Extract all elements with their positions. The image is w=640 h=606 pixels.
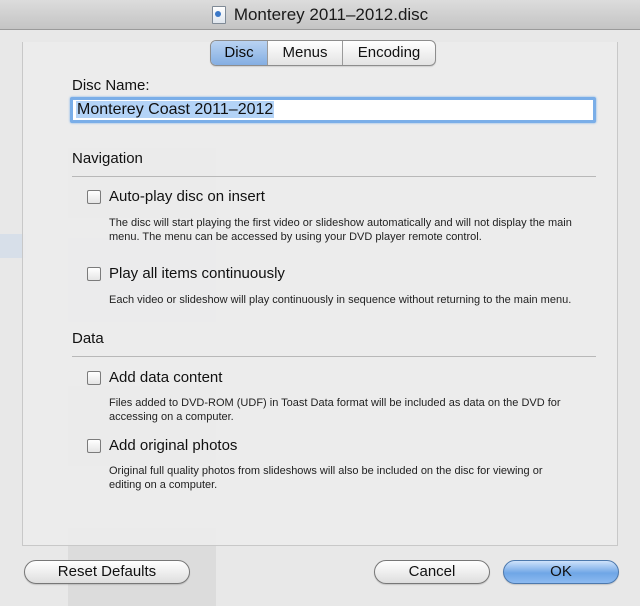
data-section-title: Data (72, 330, 104, 347)
add-photos-desc-line: editing on a computer. (109, 479, 218, 491)
tab-menus[interactable]: Menus (268, 41, 343, 65)
autoplay-desc-line: The disc will start playing the first vi… (109, 217, 572, 229)
add-data-label[interactable]: Add data content (109, 369, 222, 386)
add-data-desc-line: accessing on a computer. (109, 411, 234, 423)
add-photos-label[interactable]: Add original photos (109, 437, 237, 454)
ok-button[interactable]: OK (503, 560, 619, 584)
add-data-checkbox[interactable] (87, 370, 101, 385)
document-icon (211, 5, 226, 24)
autoplay-desc-line: menu. The menu can be accessed by using … (109, 231, 482, 243)
navigation-divider (72, 176, 596, 177)
play-all-desc-line: Each video or slideshow will play contin… (109, 294, 572, 306)
tab-encoding[interactable]: Encoding (343, 41, 435, 65)
add-photos-desc-line: Original full quality photos from slides… (109, 465, 543, 477)
autoplay-checkbox[interactable] (87, 189, 101, 204)
add-photos-option[interactable]: Add original photos (87, 437, 237, 454)
cancel-button[interactable]: Cancel (374, 560, 490, 584)
play-all-option[interactable]: Play all items continuously (87, 265, 285, 282)
autoplay-option[interactable]: Auto-play disc on insert (87, 188, 265, 205)
play-all-checkbox[interactable] (87, 266, 101, 281)
disc-name-field[interactable]: Monterey Coast 2011–2012 (70, 97, 596, 123)
add-photos-description: Original full quality photos from slides… (109, 464, 599, 492)
disc-name-value: Monterey Coast 2011–2012 (76, 101, 275, 118)
window-titlebar: Monterey 2011–2012.disc (0, 0, 640, 30)
autoplay-description: The disc will start playing the first vi… (109, 216, 599, 244)
tab-disc[interactable]: Disc (211, 41, 268, 65)
play-all-label[interactable]: Play all items continuously (109, 265, 285, 282)
autoplay-label[interactable]: Auto-play disc on insert (109, 188, 265, 205)
navigation-section-title: Navigation (72, 150, 143, 167)
data-divider (72, 356, 596, 357)
disc-name-label: Disc Name: (72, 77, 150, 94)
add-data-option[interactable]: Add data content (87, 369, 222, 386)
add-photos-checkbox[interactable] (87, 438, 101, 453)
tab-bar: Disc Menus Encoding (210, 40, 436, 66)
add-data-description: Files added to DVD-ROM (UDF) in Toast Da… (109, 396, 599, 424)
play-all-description: Each video or slideshow will play contin… (109, 293, 599, 307)
add-data-desc-line: Files added to DVD-ROM (UDF) in Toast Da… (109, 397, 561, 409)
reset-defaults-button[interactable]: Reset Defaults (24, 560, 190, 584)
window-title: Monterey 2011–2012.disc (233, 4, 429, 24)
